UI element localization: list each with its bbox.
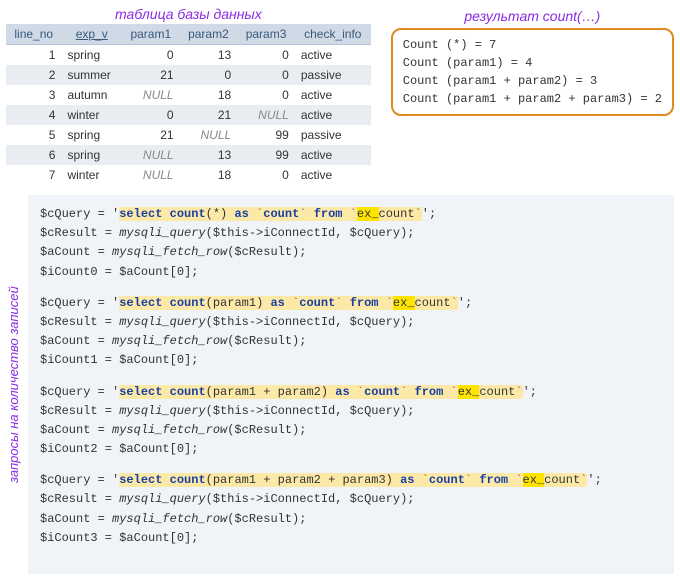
table-title: таблица базы данных (6, 6, 371, 22)
vertical-label: запросы на количество записей (6, 195, 28, 574)
cell: winter (61, 165, 122, 185)
cell: active (295, 145, 371, 165)
cell: 0 (122, 45, 180, 66)
table-row: 1spring0130active (6, 45, 371, 66)
cell: summer (61, 65, 122, 85)
code-line: $cQuery = 'select count(param1) as `coun… (40, 294, 662, 313)
cell: NULL (237, 105, 295, 125)
cell: active (295, 105, 371, 125)
cell: NULL (180, 125, 238, 145)
cell: 0 (237, 165, 295, 185)
table-row: 3autumnNULL180active (6, 85, 371, 105)
cell: active (295, 45, 371, 66)
cell: spring (61, 125, 122, 145)
code-line: $aCount = mysqli_fetch_row($cResult); (40, 421, 662, 440)
table-row: 2summer2100passive (6, 65, 371, 85)
db-table-section: таблица базы данных line_noexp_vparam1pa… (6, 6, 371, 185)
top-row: таблица базы данных line_noexp_vparam1pa… (6, 6, 674, 185)
cell: 0 (237, 85, 295, 105)
db-table: line_noexp_vparam1param2param3check_info… (6, 24, 371, 185)
code-line: $cQuery = 'select count(param1 + param2)… (40, 383, 662, 402)
cell: 3 (6, 85, 61, 105)
cell: NULL (122, 165, 180, 185)
results-title: результат count(…) (391, 8, 674, 24)
cell: 4 (6, 105, 61, 125)
code-area: $cQuery = 'select count(*) as `count` fr… (28, 195, 674, 574)
cell: spring (61, 145, 122, 165)
cell: 2 (6, 65, 61, 85)
code-line: $cResult = mysqli_query($this->iConnectI… (40, 224, 662, 243)
cell: active (295, 85, 371, 105)
results-section: результат count(…) Count (*) = 7 Count (… (391, 6, 674, 116)
cell: 99 (237, 125, 295, 145)
code-line: $cResult = mysqli_query($this->iConnectI… (40, 313, 662, 332)
code-block: $cQuery = 'select count(*) as `count` fr… (40, 205, 662, 282)
cell: 6 (6, 145, 61, 165)
code-line: $aCount = mysqli_fetch_row($cResult); (40, 243, 662, 262)
code-block: $cQuery = 'select count(param1) as `coun… (40, 294, 662, 371)
table-row: 6springNULL1399active (6, 145, 371, 165)
cell: active (295, 165, 371, 185)
cell: 99 (237, 145, 295, 165)
code-line: $cQuery = 'select count(*) as `count` fr… (40, 205, 662, 224)
code-section: запросы на количество записей $cQuery = … (6, 195, 674, 574)
code-line: $iCount1 = $aCount[0]; (40, 351, 662, 370)
cell: 1 (6, 45, 61, 66)
code-line: $cResult = mysqli_query($this->iConnectI… (40, 490, 662, 509)
cell: 0 (180, 65, 238, 85)
cell: 21 (180, 105, 238, 125)
code-line: $iCount3 = $aCount[0]; (40, 529, 662, 548)
cell: autumn (61, 85, 122, 105)
col-exp_v: exp_v (61, 24, 122, 45)
cell: 21 (122, 65, 180, 85)
table-row: 4winter021NULLactive (6, 105, 371, 125)
col-check_info: check_info (295, 24, 371, 45)
code-line: $cQuery = 'select count(param1 + param2 … (40, 471, 662, 490)
cell: NULL (122, 145, 180, 165)
code-line: $aCount = mysqli_fetch_row($cResult); (40, 510, 662, 529)
col-param3: param3 (237, 24, 295, 45)
cell: 13 (180, 145, 238, 165)
results-box: Count (*) = 7 Count (param1) = 4 Count (… (391, 28, 674, 116)
code-line: $cResult = mysqli_query($this->iConnectI… (40, 402, 662, 421)
cell: 5 (6, 125, 61, 145)
cell: 7 (6, 165, 61, 185)
cell: NULL (122, 85, 180, 105)
cell: 0 (237, 45, 295, 66)
code-block: $cQuery = 'select count(param1 + param2)… (40, 383, 662, 460)
code-line: $iCount2 = $aCount[0]; (40, 440, 662, 459)
cell: 18 (180, 165, 238, 185)
cell: passive (295, 65, 371, 85)
code-line: $aCount = mysqli_fetch_row($cResult); (40, 332, 662, 351)
code-line: $iCount0 = $aCount[0]; (40, 263, 662, 282)
code-block: $cQuery = 'select count(param1 + param2 … (40, 471, 662, 548)
cell: winter (61, 105, 122, 125)
cell: spring (61, 45, 122, 66)
cell: 13 (180, 45, 238, 66)
cell: 0 (237, 65, 295, 85)
col-param2: param2 (180, 24, 238, 45)
cell: 21 (122, 125, 180, 145)
col-line_no: line_no (6, 24, 61, 45)
cell: 18 (180, 85, 238, 105)
col-param1: param1 (122, 24, 180, 45)
table-row: 7winterNULL180active (6, 165, 371, 185)
table-row: 5spring21NULL99passive (6, 125, 371, 145)
cell: 0 (122, 105, 180, 125)
cell: passive (295, 125, 371, 145)
